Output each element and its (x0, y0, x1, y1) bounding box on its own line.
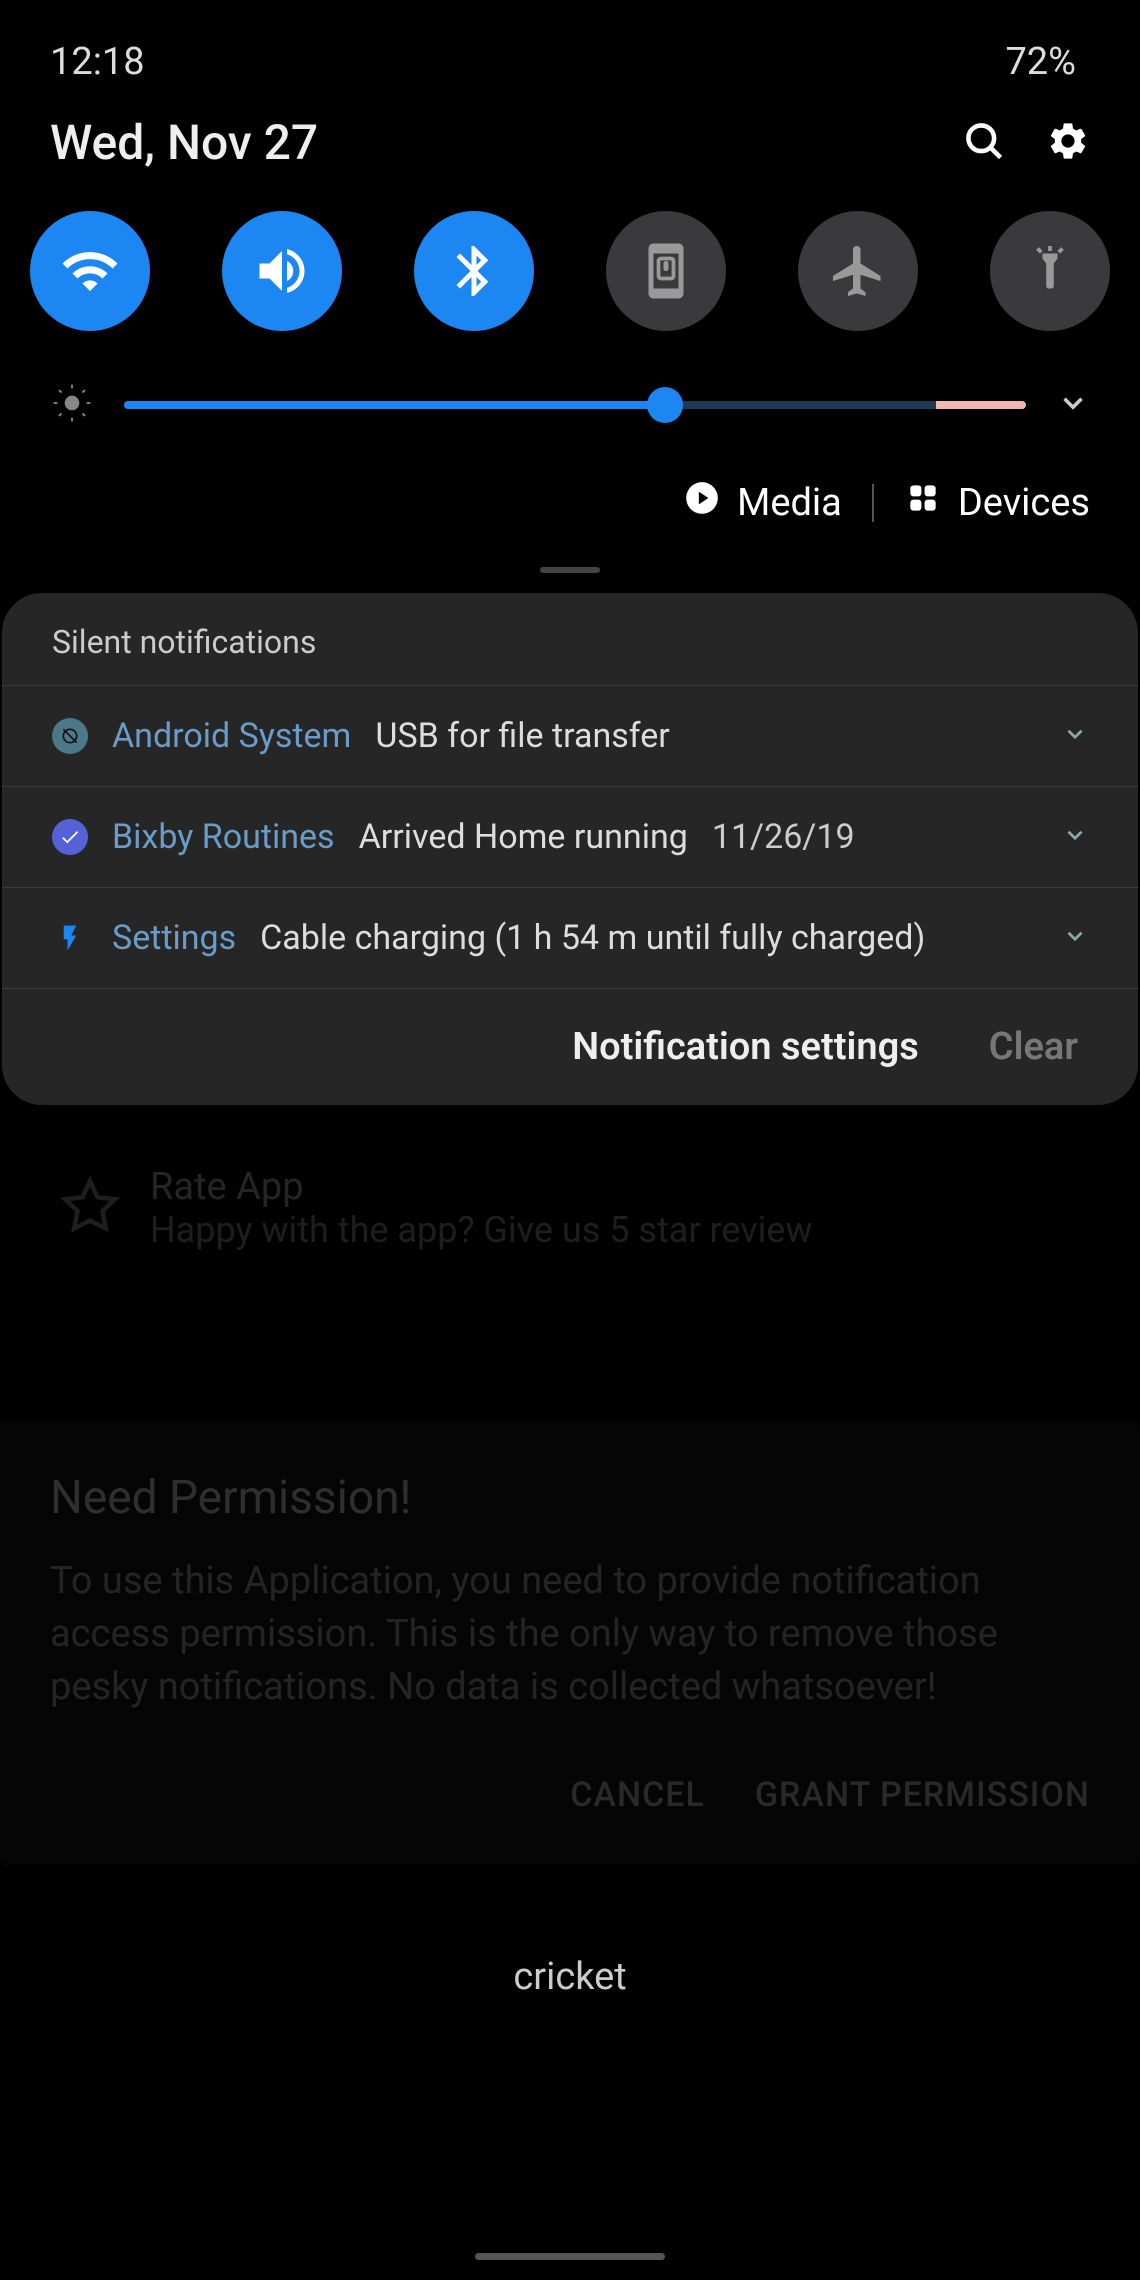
separator (872, 484, 874, 522)
toggle-rotation-lock[interactable] (606, 211, 726, 331)
notif-app-name: Android System (112, 716, 351, 756)
rate-title: Rate App (150, 1165, 813, 1209)
notification-footer: Notification settings Clear (2, 989, 1138, 1105)
expand-chevron-icon[interactable] (1056, 386, 1090, 424)
chevron-down-icon[interactable] (1062, 817, 1088, 857)
star-icon (60, 1176, 120, 1240)
chevron-down-icon[interactable] (1062, 716, 1088, 756)
notification-item-bixby[interactable]: Bixby Routines Arrived Home running 11/2… (2, 787, 1138, 888)
cancel-button[interactable]: CANCEL (570, 1775, 705, 1815)
quick-toggles (0, 201, 1140, 361)
settings-gear-icon[interactable] (1046, 119, 1090, 167)
bixby-icon (52, 819, 88, 855)
brightness-row (0, 361, 1140, 459)
carrier-label: cricket (0, 1955, 1140, 1999)
battery-percent: 72% (1005, 40, 1076, 84)
toggle-wifi[interactable] (30, 211, 150, 331)
dialog-title: Need Permission! (50, 1471, 1090, 1525)
media-shortcut[interactable]: Media (683, 479, 842, 527)
status-time: 12:18 (50, 40, 145, 84)
rate-app-card: Rate App Happy with the app? Give us 5 s… (30, 1145, 1110, 1291)
notif-text: Arrived Home running (359, 817, 688, 857)
search-icon[interactable] (962, 119, 1006, 167)
brightness-icon (50, 381, 94, 429)
notification-settings-button[interactable]: Notification settings (572, 1025, 919, 1069)
toggle-bluetooth[interactable] (414, 211, 534, 331)
brightness-thumb[interactable] (647, 387, 683, 423)
status-bar: 12:18 72% (0, 0, 1140, 94)
play-circle-icon (683, 479, 721, 527)
toggle-airplane[interactable] (798, 211, 918, 331)
toggle-flashlight[interactable] (990, 211, 1110, 331)
android-system-icon (52, 718, 88, 754)
notif-app-name: Bixby Routines (112, 817, 335, 857)
lightning-icon (52, 920, 88, 956)
notif-text: USB for file transfer (375, 716, 669, 756)
grid-icon (904, 479, 942, 527)
drag-handle[interactable] (540, 567, 600, 573)
rate-subtitle: Happy with the app? Give us 5 star revie… (150, 1209, 813, 1251)
grant-permission-button[interactable]: GRANT PERMISSION (755, 1775, 1090, 1815)
notification-item-android-system[interactable]: Android System USB for file transfer (2, 686, 1138, 787)
silent-notifications-header: Silent notifications (2, 593, 1138, 686)
brightness-slider[interactable] (124, 401, 1026, 409)
date-text: Wed, Nov 27 (50, 114, 318, 171)
toggle-sound[interactable] (222, 211, 342, 331)
dialog-body: To use this Application, you need to pro… (50, 1555, 1090, 1715)
shortcuts-row: Media Devices (0, 459, 1140, 557)
permission-dialog: Need Permission! To use this Application… (0, 1421, 1140, 1865)
chevron-down-icon[interactable] (1062, 918, 1088, 958)
devices-label: Devices (958, 481, 1090, 525)
background-content: Rate App Happy with the app? Give us 5 s… (0, 1105, 1140, 1331)
notif-text: Cable charging (1 h 54 m until fully cha… (260, 918, 925, 958)
date-row: Wed, Nov 27 (0, 94, 1140, 201)
devices-shortcut[interactable]: Devices (904, 479, 1090, 527)
status-right: 72% (949, 40, 1090, 84)
notification-panel: Silent notifications Android System USB … (2, 593, 1138, 1105)
notif-date: 11/26/19 (712, 817, 855, 857)
clear-button[interactable]: Clear (989, 1025, 1078, 1069)
media-label: Media (737, 481, 842, 525)
notification-item-settings[interactable]: Settings Cable charging (1 h 54 m until … (2, 888, 1138, 989)
nav-pill[interactable] (475, 2253, 665, 2260)
notif-app-name: Settings (112, 918, 236, 958)
